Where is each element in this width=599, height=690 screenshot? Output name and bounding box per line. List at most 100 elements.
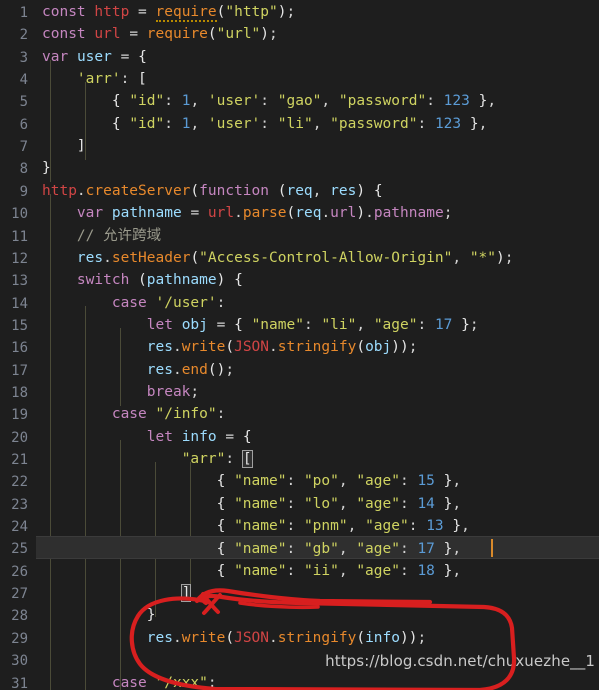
code-line-text: let info = { [146,428,252,445]
line-number: 3 [19,49,28,66]
code-line-text: case "/xxx": [111,674,217,690]
comment-allow-cors: // 允许跨域 [76,227,162,244]
line-number: 17 [11,362,28,379]
code-line-text: res.write(JSON.stringify(obj)); [146,339,418,356]
code-line[interactable]: { "name": "po", "age": 15 }, [0,469,599,491]
code-line-text: { "name": "ii", "age": 18 }, [216,562,462,579]
code-line-text: const url = require("url"); [42,26,278,43]
code-line-text: // 允许跨域 [42,225,161,247]
code-line[interactable]: res.setHeader("Access-Control-Allow-Orig… [0,246,599,268]
code-line-text: "arr": [ [181,450,253,468]
bracket-match-open: [ [241,450,253,468]
line-number: 22 [11,474,28,491]
code-editor[interactable]: const http = require("http"); const url … [0,0,599,690]
code-line-text: { "name": "po", "age": 15 }, [216,473,462,490]
code-line-text: let obj = { "name": "li", "age": 17 }; [146,316,479,333]
code-line[interactable]: const http = require("http"); [0,0,599,22]
line-number: 10 [11,206,28,223]
line-number: 29 [11,630,28,647]
code-line[interactable]: { "id": 1, 'user': "gao", "password": 12… [0,89,599,111]
line-number: 8 [19,161,28,178]
line-number: 30 [11,653,28,670]
code-line-text: var user = { [42,48,147,65]
line-number: 23 [11,496,28,513]
line-number: 20 [11,429,28,446]
code-line-text: { "id": 1, 'user': "gao", "password": 12… [111,93,497,110]
line-number: 1 [19,5,28,21]
code-line-text: ] [76,138,86,155]
code-line[interactable]: http.createServer(function (req, res) { [0,179,599,201]
code-line[interactable]: 'arr': [ [0,67,599,89]
line-number: 7 [19,139,28,156]
line-number: 12 [11,250,28,267]
line-number: 11 [11,228,28,245]
line-number: 13 [11,273,28,290]
code-line-text: } [146,607,156,624]
code-line-text: break; [146,383,200,400]
code-line-current[interactable]: { "name": "gb", "age": 17 }, [0,536,599,559]
line-number: 28 [11,608,28,625]
code-line-text: res.setHeader("Access-Control-Allow-Orig… [76,249,514,266]
line-number: 16 [11,340,28,357]
code-line[interactable]: break; [0,380,599,402]
code-line-text: res.write(JSON.stringify(info)); [146,629,427,646]
line-number: 15 [11,317,28,334]
line-number: 9 [19,183,28,200]
code-line[interactable]: case '/user': [0,291,599,313]
line-number: 2 [19,27,28,44]
code-line-text: http.createServer(function (req, res) { [42,182,383,199]
code-line[interactable]: res.write(JSON.stringify(obj)); [0,335,599,357]
code-line[interactable]: res.end(); [0,358,599,380]
code-line[interactable]: } [0,156,599,178]
line-number: 5 [19,94,28,111]
code-line-text: case "/info": [111,406,226,423]
line-number: 18 [11,384,28,401]
line-number: 14 [11,295,28,312]
code-line[interactable]: { "name": "pnm", "age": 13 }, [0,514,599,536]
code-line[interactable]: // 允许跨域 [0,224,599,246]
code-line-text: 'arr': [ [76,71,147,88]
code-line-text: ] [42,582,192,604]
line-number: 19 [11,407,28,424]
code-line-text: case '/user': [111,294,226,311]
code-line-text: { "name": "gb", "age": 17 }, [216,541,462,558]
code-line[interactable]: const url = require("url"); [0,22,599,44]
line-number: 26 [11,563,28,580]
code-line[interactable]: var user = { [0,45,599,67]
code-line[interactable]: res.write(JSON.stringify(info)); [0,626,599,648]
code-line[interactable]: case "/info": [0,402,599,424]
csdn-watermark: https://blog.csdn.net/chuxuezhe__1 [325,651,595,670]
code-line[interactable]: { "id": 1, 'user': "li", "password": 123… [0,112,599,134]
line-number: 27 [11,586,28,603]
code-line[interactable]: switch (pathname) { [0,268,599,290]
line-number: 6 [19,116,28,133]
code-line-text: } [42,160,51,177]
code-line[interactable]: { "name": "ii", "age": 18 }, [0,559,599,581]
code-line-text: var pathname = url.parse(req.url).pathna… [76,205,453,222]
bracket-match-close: ] [180,584,192,603]
code-line[interactable]: ] [0,134,599,156]
code-line-text: const http = require("http"); [42,4,296,22]
line-number: 31 [11,675,28,690]
line-number-gutter: 1 2 3 4 5 6 7 8 9 10 11 12 13 14 15 16 1… [0,0,36,690]
code-line[interactable]: let info = { [0,425,599,447]
code-line[interactable]: } [0,603,599,625]
code-line-text: switch (pathname) { [76,272,243,289]
code-line[interactable]: let obj = { "name": "li", "age": 17 }; [0,313,599,335]
line-number: 25 [11,541,28,558]
code-line[interactable]: case "/xxx": [0,671,599,690]
code-line[interactable]: ] [0,581,599,603]
line-number: 21 [11,452,28,468]
code-line[interactable]: var pathname = url.parse(req.url).pathna… [0,201,599,223]
text-cursor [491,539,493,557]
code-line-text: res.end(); [146,361,235,378]
code-lines[interactable]: const http = require("http"); const url … [0,0,599,690]
code-line-text: { "name": "lo", "age": 14 }, [216,495,462,512]
require-call: require [155,4,217,22]
code-line[interactable]: "arr": [ [0,447,599,469]
line-number: 4 [19,72,28,89]
code-line[interactable]: { "name": "lo", "age": 14 }, [0,492,599,514]
code-line-text: { "id": 1, 'user': "li", "password": 123… [111,115,488,132]
code-line-text: { "name": "pnm", "age": 13 }, [216,518,470,535]
line-number: 24 [11,519,28,536]
